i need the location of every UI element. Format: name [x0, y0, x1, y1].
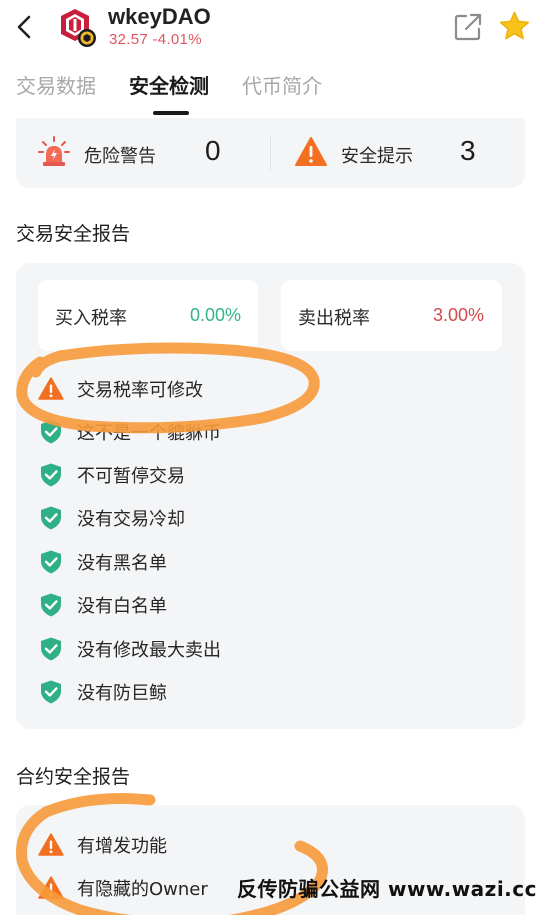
check-item-mintable: 有增发功能 — [38, 830, 508, 860]
check-item-label: 有增发功能 — [77, 836, 167, 857]
token-price-change: 32.57 -4.01% — [109, 31, 202, 48]
shield-check-icon — [41, 463, 61, 487]
check-item-no-whitelist: 没有白名单 — [38, 590, 508, 620]
danger-warning-count: 0 — [205, 135, 221, 166]
sell-tax-label: 卖出税率 — [298, 308, 370, 329]
check-item-label: 没有修改最大卖出 — [77, 640, 221, 661]
check-item-tax-modifiable: 交易税率可修改 — [38, 374, 508, 404]
check-item-label: 没有黑名单 — [77, 553, 167, 574]
trade-report-card: 买入税率 0.00% 卖出税率 3.00% 交易税率可修改 这不是一个貔貅币 不… — [16, 263, 525, 729]
check-item-no-anti-whale: 没有防巨鲸 — [38, 677, 508, 707]
check-item-label: 没有白名单 — [77, 596, 167, 617]
check-item-label: 没有交易冷却 — [77, 509, 185, 530]
warning-triangle-icon — [38, 876, 64, 899]
buy-tax-label: 买入税率 — [55, 308, 127, 329]
tab-trade-data[interactable]: 交易数据 — [16, 70, 96, 99]
contract-report-title: 合约安全报告 — [16, 766, 131, 788]
star-icon[interactable] — [499, 11, 530, 42]
token-name: wkeyDAO — [108, 4, 211, 29]
check-item-label: 不可暂停交易 — [77, 466, 185, 487]
shield-check-icon — [41, 637, 61, 661]
buy-tax-value: 0.00% — [190, 305, 242, 325]
chevron-left-icon[interactable] — [12, 12, 38, 42]
security-notice-label: 安全提示 — [341, 146, 413, 167]
danger-warning-label: 危险警告 — [84, 146, 156, 167]
shield-check-icon — [41, 593, 61, 617]
trade-report-title: 交易安全报告 — [16, 223, 131, 245]
active-tab-indicator — [153, 111, 189, 115]
app-header: wkeyDAO 32.57 -4.01% — [0, 0, 541, 58]
risk-summary-card: 危险警告 0 安全提示 3 — [16, 118, 525, 188]
tab-token-intro[interactable]: 代币简介 — [242, 70, 322, 99]
check-item-label: 没有防巨鲸 — [77, 683, 167, 704]
shield-check-icon — [41, 550, 61, 574]
tab-bar: 交易数据 安全检测 代币简介 — [0, 62, 541, 115]
security-notice-count: 3 — [460, 135, 476, 166]
check-item-no-max-sell-change: 没有修改最大卖出 — [38, 634, 508, 664]
warning-triangle-icon — [38, 833, 64, 856]
shield-check-icon — [41, 506, 61, 530]
warning-triangle-icon — [295, 137, 327, 166]
summary-divider — [270, 136, 271, 170]
check-item-label: 交易税率可修改 — [77, 380, 203, 401]
check-item-no-blacklist: 没有黑名单 — [38, 547, 508, 577]
check-item-label: 这不是一个貔貅币 — [77, 423, 221, 444]
share-icon[interactable] — [454, 13, 482, 41]
check-item-not-honeypot: 这不是一个貔貅币 — [38, 417, 508, 447]
check-item-no-cooldown: 没有交易冷却 — [38, 503, 508, 533]
site-watermark: 反传防骗公益网 www.wazi.cc — [237, 877, 537, 901]
buy-tax-card: 买入税率 0.00% — [38, 280, 258, 351]
check-item-label: 有隐藏的Owner — [77, 879, 208, 900]
shield-check-icon — [41, 680, 61, 704]
warning-triangle-icon — [38, 377, 64, 400]
alarm-light-icon — [38, 136, 70, 166]
token-logo — [61, 9, 96, 47]
sell-tax-value: 3.00% — [433, 305, 485, 325]
shield-check-icon — [41, 420, 61, 444]
check-item-cannot-pause: 不可暂停交易 — [38, 460, 508, 490]
sell-tax-card: 卖出税率 3.00% — [281, 280, 502, 351]
tab-security-check[interactable]: 安全检测 — [129, 70, 209, 99]
